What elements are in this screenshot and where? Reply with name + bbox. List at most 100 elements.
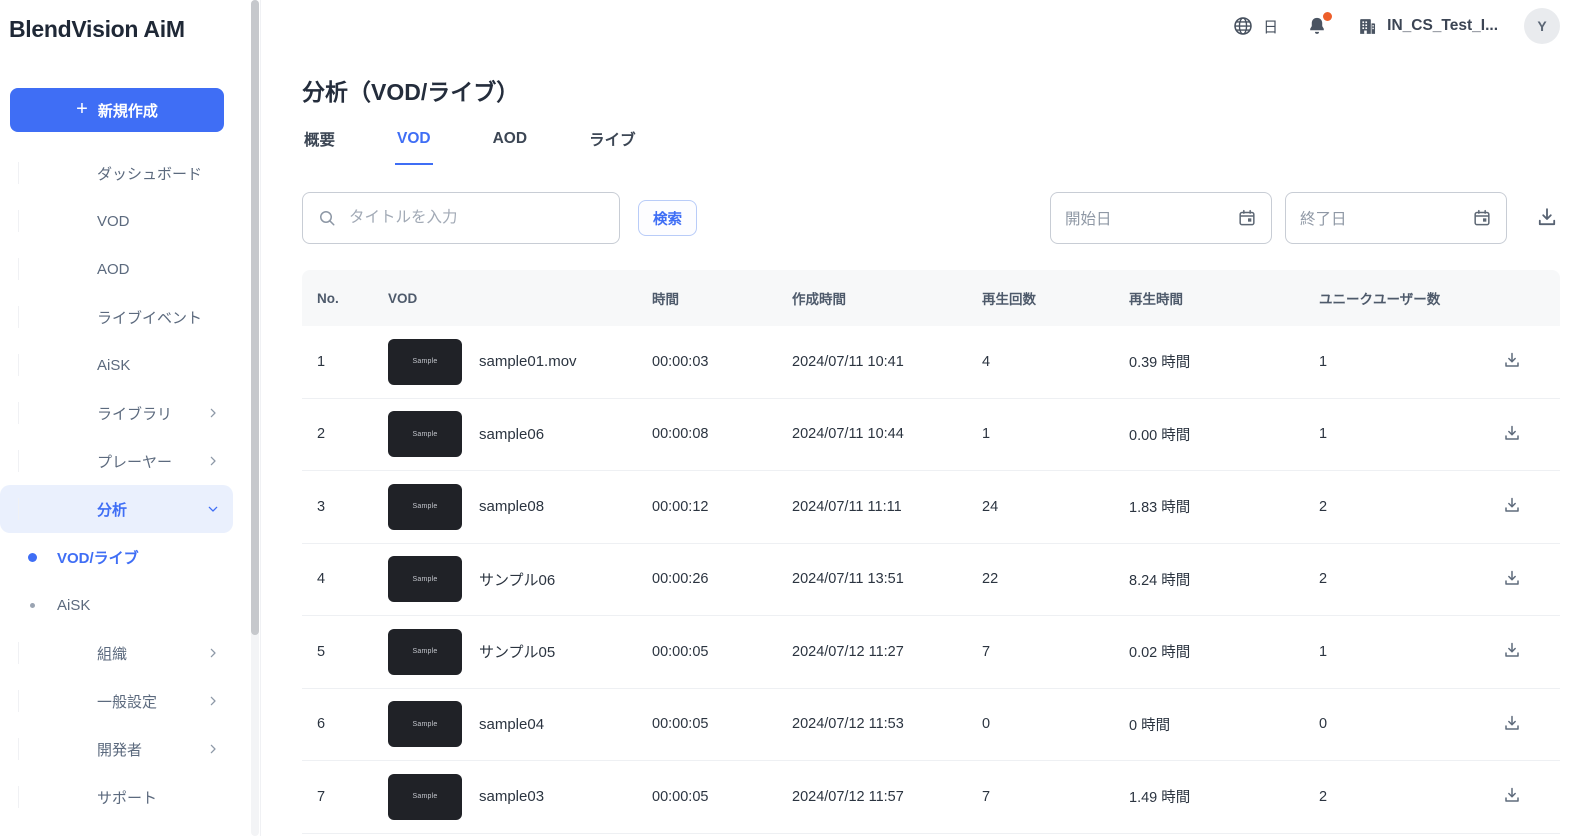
download-icon <box>1535 205 1559 229</box>
download-button[interactable] <box>1500 350 1524 374</box>
video-cell: Sample サンプル05 <box>388 629 652 675</box>
video-title: サンプル05 <box>479 641 555 662</box>
table-row[interactable]: 6Samplesample0400:00:052024/07/12 11:530… <box>302 689 1560 762</box>
row-number: 4 <box>317 571 388 587</box>
video-title: サンプル06 <box>479 569 555 590</box>
table-row[interactable]: 1Samplesample01.mov00:00:032024/07/11 10… <box>302 326 1560 399</box>
sidebar-subitem-label: VOD/ライブ <box>57 547 139 568</box>
created-cell: 2024/07/11 13:51 <box>792 571 982 587</box>
notification-dot <box>1323 12 1332 21</box>
download-cell <box>1500 567 1560 592</box>
chevron-right-icon <box>205 741 221 757</box>
download-button[interactable] <box>1500 640 1524 664</box>
sidebar-item-developer[interactable]: 開発者 <box>0 725 233 773</box>
download-button[interactable] <box>1500 785 1524 809</box>
thumbnail-label: Sample <box>413 793 438 800</box>
sidebar-item-label: プレーヤー <box>97 451 205 472</box>
watch-time-cell: 0.39 時間 <box>1129 351 1319 372</box>
table-row[interactable]: 3Samplesample0800:00:122024/07/11 11:112… <box>302 471 1560 544</box>
language-label: 日 <box>1263 16 1278 37</box>
sidebar-item-support[interactable]: ?サポート <box>0 773 233 821</box>
download-button[interactable] <box>1500 495 1524 519</box>
sidebar-subitem-vod-live[interactable]: VOD/ライブ <box>0 533 260 581</box>
sidebar-item-label: 開発者 <box>97 739 205 760</box>
tab-overview[interactable]: 概要 <box>302 128 337 165</box>
notifications-button[interactable] <box>1306 15 1328 37</box>
download-all-button[interactable] <box>1534 205 1560 231</box>
row-number: 6 <box>317 716 388 732</box>
bullet-dot-icon <box>30 603 35 608</box>
download-button[interactable] <box>1500 422 1524 446</box>
unique-users-cell: 2 <box>1319 571 1500 587</box>
sidebar-item-analytics[interactable]: 分析 <box>0 485 233 533</box>
tab-bar: 概要 VOD AOD ライブ <box>302 128 1560 165</box>
plays-cell: 4 <box>982 354 1129 370</box>
sidebar-item-aisk[interactable]: AiAiSK <box>0 341 233 389</box>
row-number: 3 <box>317 499 388 515</box>
tab-vod[interactable]: VOD <box>395 128 433 165</box>
video-cell: Samplesample04 <box>388 701 652 747</box>
watch-time-cell: 1.49 時間 <box>1129 786 1319 807</box>
tab-live[interactable]: ライブ <box>587 128 638 165</box>
download-icon <box>1502 713 1522 733</box>
sidebar-item-general-settings[interactable]: 一般設定 <box>0 677 233 725</box>
calendar-icon <box>1472 208 1492 228</box>
video-thumbnail: Sample <box>388 701 462 747</box>
aisk-icon: Ai <box>18 354 77 376</box>
watch-time-cell: 0.02 時間 <box>1129 641 1319 662</box>
new-create-button[interactable]: + 新規作成 <box>10 88 224 132</box>
start-date-placeholder: 開始日 <box>1065 207 1112 229</box>
chevron-right-icon <box>205 645 221 661</box>
unique-users-cell: 2 <box>1319 789 1500 805</box>
calendar-icon <box>1237 208 1257 228</box>
plays-cell: 22 <box>982 571 1129 587</box>
user-avatar[interactable]: Y <box>1524 8 1560 44</box>
table-row[interactable]: 5Sampleサンプル0500:00:052024/07/12 11:2770.… <box>302 616 1560 689</box>
sidebar-item-player[interactable]: プレーヤー <box>0 437 233 485</box>
end-date-input[interactable]: 終了日 <box>1285 192 1507 244</box>
column-header: VOD <box>388 291 652 306</box>
unique-users-cell: 1 <box>1319 354 1500 370</box>
created-cell: 2024/07/12 11:53 <box>792 716 982 732</box>
sidebar-item-aod[interactable]: AOD <box>0 245 233 293</box>
sidebar-subitem-label: AiSK <box>57 597 90 614</box>
bullet-dot-icon <box>28 553 37 562</box>
tab-aod[interactable]: AOD <box>491 128 529 165</box>
video-cell: Samplesample06 <box>388 411 652 457</box>
sidebar-scrollbar-thumb[interactable] <box>251 0 259 635</box>
app-logo: BlendVision AiM <box>0 0 260 43</box>
dashboard-icon <box>18 162 77 184</box>
sidebar-item-organization[interactable]: 組織 <box>0 629 233 677</box>
language-selector[interactable]: 日 <box>1232 15 1278 37</box>
search-icon <box>317 208 337 228</box>
sidebar-scrollbar[interactable] <box>251 0 259 836</box>
table-row[interactable]: 7Samplesample0300:00:052024/07/12 11:577… <box>302 761 1560 834</box>
organization-icon <box>18 642 77 664</box>
table-row[interactable]: 2Samplesample0600:00:082024/07/11 10:441… <box>302 399 1560 472</box>
search-button[interactable]: 検索 <box>638 200 697 236</box>
download-button[interactable] <box>1500 567 1524 591</box>
download-cell <box>1500 350 1560 375</box>
download-button[interactable] <box>1500 712 1524 736</box>
download-cell <box>1500 495 1560 520</box>
organization-selector[interactable]: IN_CS_Test_I... <box>1357 16 1498 37</box>
table-row[interactable]: 4Sampleサンプル0600:00:262024/07/11 13:51228… <box>302 544 1560 617</box>
sidebar-item-library[interactable]: ライブラリ <box>0 389 233 437</box>
duration-cell: 00:00:08 <box>652 426 792 442</box>
sidebar-item-label: ダッシュボード <box>97 163 221 184</box>
sidebar-item-live-event[interactable]: ライブイベント <box>0 293 233 341</box>
chevron-down-icon <box>205 501 221 517</box>
table-header-row: No.VOD時間作成時間再生回数再生時間ユニークユーザー数 <box>302 270 1560 326</box>
player-icon <box>18 450 77 472</box>
video-thumbnail: Sample <box>388 629 462 675</box>
plays-cell: 0 <box>982 716 1129 732</box>
video-title: sample01.mov <box>479 353 577 370</box>
sidebar-item-label: 分析 <box>97 499 205 520</box>
sidebar-item-vod[interactable]: VOD <box>0 197 233 245</box>
column-header: ユニークユーザー数 <box>1319 288 1500 308</box>
start-date-input[interactable]: 開始日 <box>1050 192 1272 244</box>
sidebar-subitem-aisk[interactable]: AiSK <box>0 581 260 629</box>
organization-name: IN_CS_Test_I... <box>1387 17 1498 35</box>
sidebar-item-dashboard[interactable]: ダッシュボード <box>0 149 233 197</box>
search-input[interactable] <box>347 208 607 228</box>
